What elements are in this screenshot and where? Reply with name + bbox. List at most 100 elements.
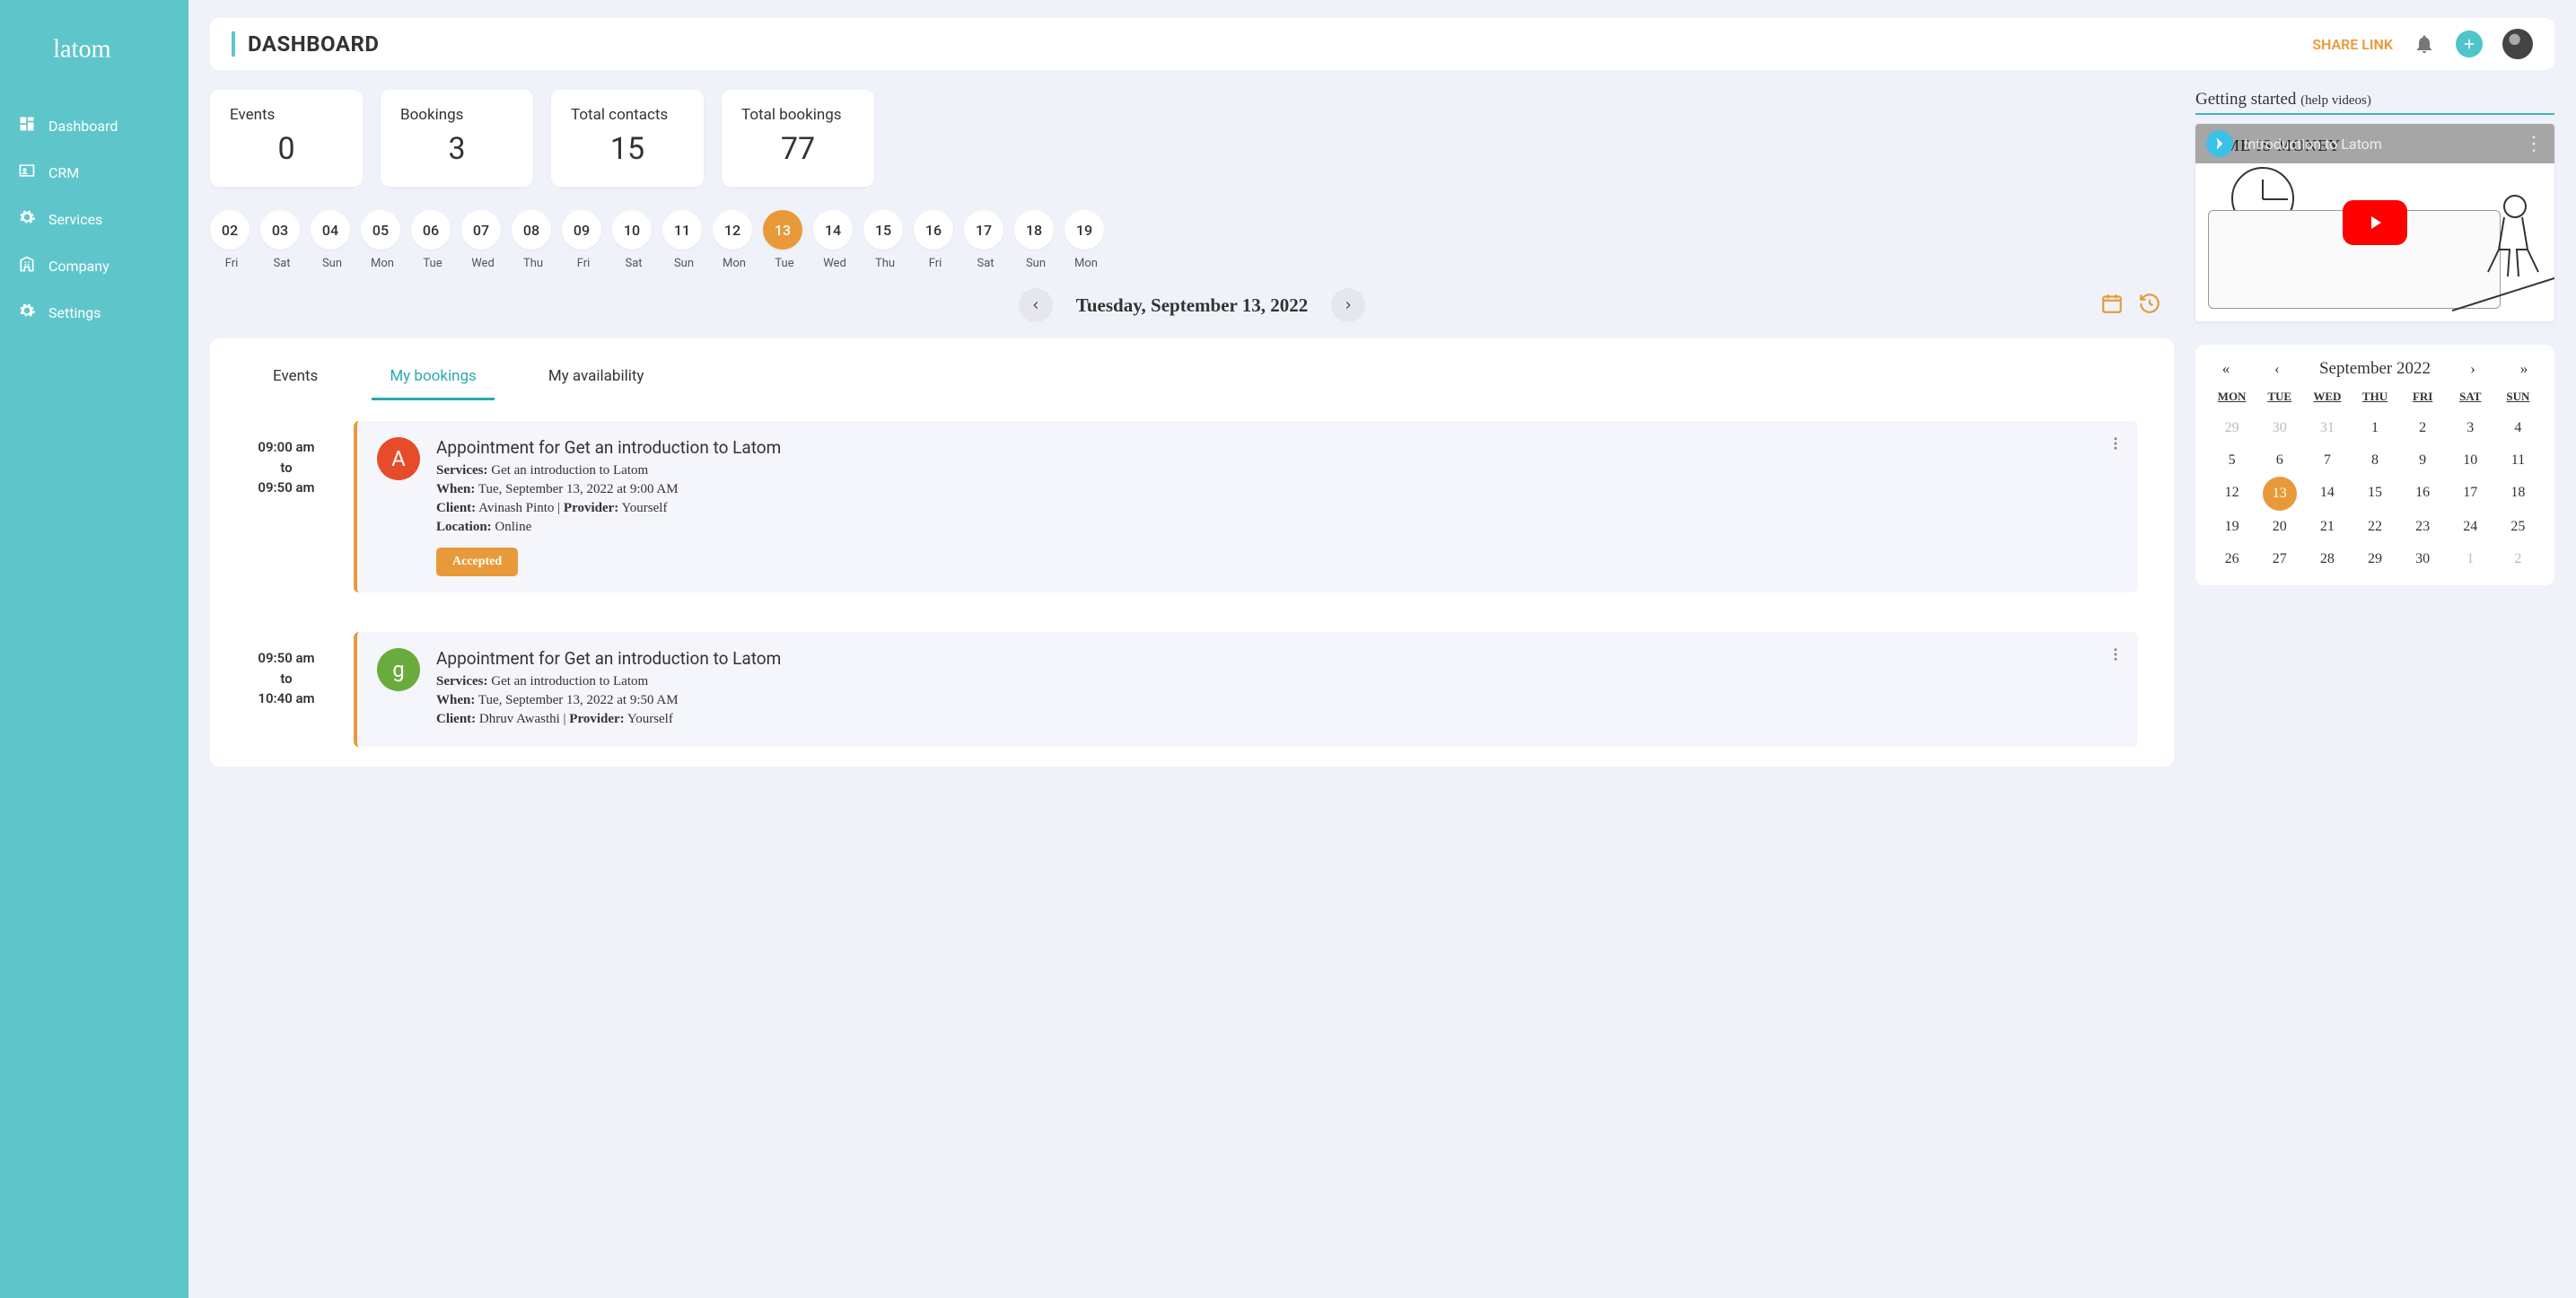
date-circle[interactable]: 02 bbox=[210, 210, 250, 250]
cal-day[interactable]: 8 bbox=[2351, 452, 2398, 469]
notifications-icon[interactable] bbox=[2413, 32, 2436, 56]
cal-day[interactable]: 2 bbox=[2494, 551, 2542, 567]
date-circle[interactable]: 10 bbox=[612, 210, 652, 250]
cal-day[interactable]: 17 bbox=[2447, 485, 2494, 503]
cal-day[interactable]: 27 bbox=[2256, 551, 2303, 567]
history-icon[interactable] bbox=[2138, 292, 2161, 319]
cal-last-button[interactable]: » bbox=[2515, 360, 2533, 378]
date-circle[interactable]: 17 bbox=[964, 210, 1003, 250]
cal-day[interactable]: 1 bbox=[2351, 420, 2398, 436]
cal-prev-button[interactable]: ‹ bbox=[2268, 360, 2286, 378]
cal-day[interactable]: 31 bbox=[2303, 420, 2351, 436]
cal-day[interactable]: 12 bbox=[2208, 485, 2256, 503]
help-video[interactable]: TIME IS MONEY Introduction to Latom ⋮ bbox=[2195, 124, 2554, 321]
date-prev-button[interactable] bbox=[1019, 288, 1053, 322]
sidebar-item-dashboard[interactable]: Dashboard bbox=[0, 102, 188, 149]
cal-day[interactable]: 18 bbox=[2494, 485, 2542, 503]
date-circle[interactable]: 11 bbox=[662, 210, 702, 250]
booking-card[interactable]: g Appointment for Get an introduction to… bbox=[354, 632, 2138, 747]
date-chip[interactable]: 16 Fri bbox=[914, 210, 957, 270]
calendar-icon[interactable] bbox=[2100, 292, 2124, 319]
date-circle[interactable]: 18 bbox=[1014, 210, 1054, 250]
cal-day[interactable]: 22 bbox=[2351, 519, 2398, 535]
date-chip[interactable]: 09 Fri bbox=[562, 210, 605, 270]
cal-next-button[interactable]: › bbox=[2464, 360, 2482, 378]
booking-row: 09:00 amto09:50 am A Appointment for Get… bbox=[210, 401, 2174, 612]
cal-day[interactable]: 29 bbox=[2351, 551, 2398, 567]
sidebar-item-services[interactable]: Services bbox=[0, 196, 188, 242]
date-dow: Mon bbox=[1065, 257, 1108, 270]
date-chip[interactable]: 17 Sat bbox=[964, 210, 1007, 270]
cal-day[interactable]: 23 bbox=[2399, 519, 2447, 535]
cal-day[interactable]: 1 bbox=[2447, 551, 2494, 567]
date-circle[interactable]: 15 bbox=[863, 210, 903, 250]
date-circle[interactable]: 16 bbox=[914, 210, 953, 250]
date-chip[interactable]: 18 Sun bbox=[1014, 210, 1057, 270]
sidebar-item-company[interactable]: Company bbox=[0, 242, 188, 289]
date-chip[interactable]: 14 Wed bbox=[813, 210, 856, 270]
cal-day[interactable]: 26 bbox=[2208, 551, 2256, 567]
add-button[interactable] bbox=[2456, 31, 2483, 57]
sidebar-item-crm[interactable]: CRM bbox=[0, 149, 188, 196]
tab-events[interactable]: Events bbox=[255, 358, 336, 400]
cal-day[interactable]: 4 bbox=[2494, 420, 2542, 436]
booking-menu-icon[interactable] bbox=[2107, 435, 2124, 455]
date-chip[interactable]: 05 Mon bbox=[361, 210, 404, 270]
cal-first-button[interactable]: « bbox=[2217, 360, 2235, 378]
cal-day[interactable]: 14 bbox=[2303, 485, 2351, 503]
date-circle[interactable]: 12 bbox=[713, 210, 752, 250]
cal-day[interactable]: 3 bbox=[2447, 420, 2494, 436]
cal-day[interactable]: 19 bbox=[2208, 519, 2256, 535]
date-circle[interactable]: 14 bbox=[813, 210, 853, 250]
date-chip[interactable]: 07 Wed bbox=[461, 210, 504, 270]
date-chip[interactable]: 06 Tue bbox=[411, 210, 454, 270]
date-circle[interactable]: 07 bbox=[461, 210, 501, 250]
cal-day[interactable]: 21 bbox=[2303, 519, 2351, 535]
cal-day[interactable]: 5 bbox=[2208, 452, 2256, 469]
cal-day[interactable]: 7 bbox=[2303, 452, 2351, 469]
video-more-icon[interactable]: ⋮ bbox=[2524, 133, 2544, 155]
date-circle[interactable]: 06 bbox=[411, 210, 451, 250]
date-chip[interactable]: 02 Fri bbox=[210, 210, 253, 270]
date-circle[interactable]: 13 bbox=[763, 210, 802, 250]
cal-day[interactable]: 29 bbox=[2208, 420, 2256, 436]
date-chip[interactable]: 19 Mon bbox=[1065, 210, 1108, 270]
booking-card[interactable]: A Appointment for Get an introduction to… bbox=[354, 421, 2138, 592]
user-avatar[interactable] bbox=[2502, 29, 2533, 59]
cal-day[interactable]: 25 bbox=[2494, 519, 2542, 535]
date-chip[interactable]: 13 Tue bbox=[763, 210, 806, 270]
cal-day[interactable]: 2 bbox=[2399, 420, 2447, 436]
cal-day[interactable]: 15 bbox=[2351, 485, 2398, 503]
date-chip[interactable]: 04 Sun bbox=[311, 210, 354, 270]
cal-day[interactable]: 20 bbox=[2256, 519, 2303, 535]
tab-my-bookings[interactable]: My bookings bbox=[372, 358, 495, 400]
cal-day[interactable]: 13 bbox=[2256, 485, 2303, 503]
date-chip[interactable]: 03 Sat bbox=[260, 210, 303, 270]
date-chip[interactable]: 08 Thu bbox=[512, 210, 555, 270]
cal-day[interactable]: 30 bbox=[2256, 420, 2303, 436]
cal-day[interactable]: 6 bbox=[2256, 452, 2303, 469]
cal-day[interactable]: 16 bbox=[2399, 485, 2447, 503]
date-chip[interactable]: 12 Mon bbox=[713, 210, 756, 270]
date-next-button[interactable] bbox=[1331, 288, 1365, 322]
date-circle[interactable]: 03 bbox=[260, 210, 300, 250]
sidebar-item-settings[interactable]: Settings bbox=[0, 289, 188, 336]
cal-day[interactable]: 30 bbox=[2399, 551, 2447, 567]
cal-day[interactable]: 24 bbox=[2447, 519, 2494, 535]
date-chip[interactable]: 15 Thu bbox=[863, 210, 907, 270]
date-circle[interactable]: 05 bbox=[361, 210, 400, 250]
booking-menu-icon[interactable] bbox=[2107, 646, 2124, 666]
date-circle[interactable]: 19 bbox=[1065, 210, 1104, 250]
cal-day[interactable]: 28 bbox=[2303, 551, 2351, 567]
tab-my-availability[interactable]: My availability bbox=[530, 358, 662, 400]
share-link[interactable]: SHARE LINK bbox=[2312, 36, 2393, 53]
play-button[interactable] bbox=[2343, 200, 2407, 245]
date-chip[interactable]: 11 Sun bbox=[662, 210, 705, 270]
date-circle[interactable]: 08 bbox=[512, 210, 551, 250]
cal-day[interactable]: 9 bbox=[2399, 452, 2447, 469]
date-circle[interactable]: 09 bbox=[562, 210, 601, 250]
cal-day[interactable]: 11 bbox=[2494, 452, 2542, 469]
date-chip[interactable]: 10 Sat bbox=[612, 210, 655, 270]
cal-day[interactable]: 10 bbox=[2447, 452, 2494, 469]
date-circle[interactable]: 04 bbox=[311, 210, 350, 250]
